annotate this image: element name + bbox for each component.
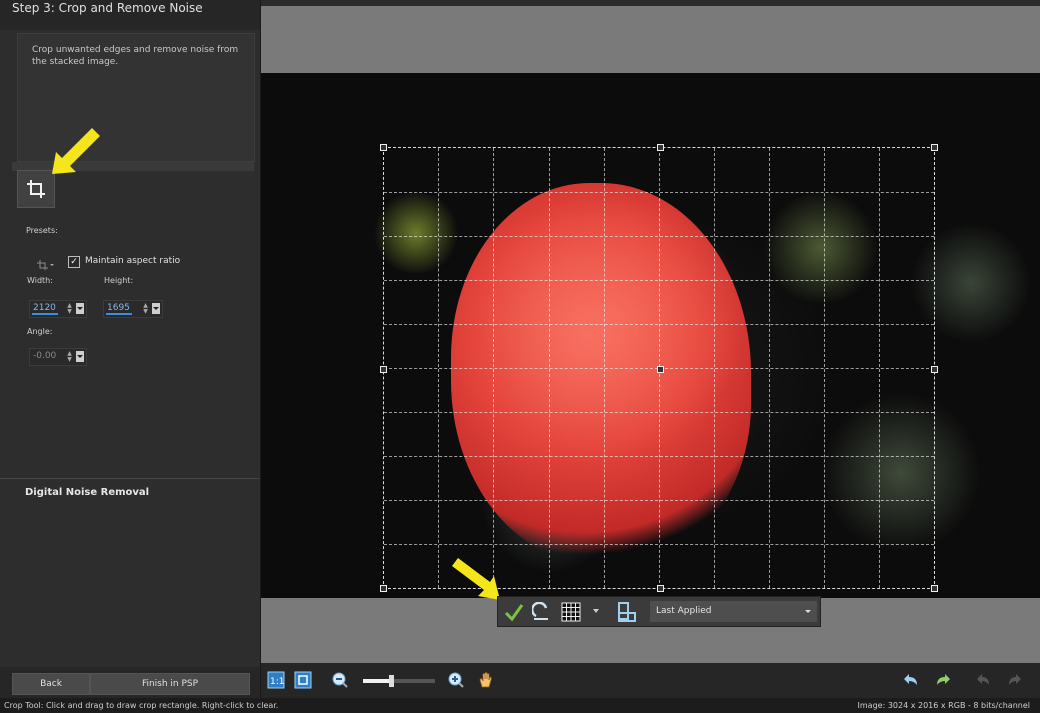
width-spinner[interactable]: ▲ ▼: [66, 303, 73, 315]
zoom-in-icon[interactable]: [447, 671, 465, 689]
maintain-aspect-label: Maintain aspect ratio: [85, 256, 181, 266]
bottom-button-bar: Back Finish in PSP: [0, 667, 260, 698]
crop-handle-bottom[interactable]: [657, 585, 664, 592]
left-panel: Step 3: Crop and Remove Noise Crop unwan…: [0, 0, 261, 698]
highlight-arrow-icon: [52, 128, 100, 174]
undo-crop-icon[interactable]: [532, 602, 552, 622]
presets-dropdown[interactable]: [36, 256, 56, 270]
angle-spinner[interactable]: ▲ ▼: [66, 351, 73, 363]
zoom-toolbar: 1:1: [261, 663, 1040, 698]
pan-hand-icon[interactable]: [477, 671, 495, 689]
rotate-left-icon[interactable]: [975, 671, 993, 689]
section-divider: [0, 478, 260, 479]
crop-handle-top-right[interactable]: [931, 144, 938, 151]
crop-preset-select[interactable]: Last Applied: [650, 601, 817, 622]
height-spinner[interactable]: ▲ ▼: [142, 303, 149, 315]
grid-icon[interactable]: [561, 602, 581, 622]
rotate-crop-icon[interactable]: [616, 601, 638, 623]
step-title: Step 3: Crop and Remove Noise: [0, 0, 260, 30]
crop-handle-top[interactable]: [657, 144, 664, 151]
crop-handle-top-left[interactable]: [380, 144, 387, 151]
width-input[interactable]: 2120 ▲ ▼: [29, 300, 87, 318]
crop-handle-bottom-left[interactable]: [380, 585, 387, 592]
crop-rectangle[interactable]: [380, 144, 938, 592]
finish-in-psp-button[interactable]: Finish in PSP: [90, 673, 250, 695]
height-label: Height:: [104, 276, 134, 285]
apply-check-icon[interactable]: [504, 602, 524, 622]
crop-handle-bottom-right[interactable]: [931, 585, 938, 592]
width-dropdown[interactable]: [76, 303, 84, 314]
height-value: 1695: [107, 303, 130, 313]
height-dropdown[interactable]: [152, 303, 160, 314]
zoom-slider-fill: [363, 679, 391, 683]
svg-text:1:1: 1:1: [270, 677, 284, 687]
crop-handle-center[interactable]: [657, 366, 664, 373]
angle-dropdown[interactable]: [76, 351, 84, 362]
image-canvas[interactable]: [261, 6, 1040, 663]
angle-value: -0.00: [33, 351, 57, 361]
width-value: 2120: [33, 303, 56, 313]
highlight-arrow-icon-2: [452, 558, 500, 600]
back-button[interactable]: Back: [12, 673, 90, 695]
zoom-slider-thumb[interactable]: [389, 675, 394, 687]
status-image-info: Image: 3024 x 2016 x RGB - 8 bits/channe…: [857, 701, 1030, 710]
grid-dropdown-icon[interactable]: [592, 607, 600, 615]
crop-handle-right[interactable]: [931, 366, 938, 373]
angle-input[interactable]: -0.00 ▲ ▼: [29, 348, 87, 366]
zoom-out-icon[interactable]: [331, 671, 349, 689]
angle-label: Angle:: [27, 327, 53, 336]
crop-floating-toolbar: Last Applied: [497, 596, 821, 627]
presets-label: Presets:: [26, 226, 58, 235]
noise-removal-title: Digital Noise Removal: [25, 487, 150, 498]
height-input[interactable]: 1695 ▲ ▼: [103, 300, 163, 318]
rotate-right-icon[interactable]: [1005, 671, 1023, 689]
photo: [261, 73, 1040, 598]
undo-icon[interactable]: [903, 671, 921, 689]
width-label: Width:: [27, 276, 53, 285]
status-bar: Crop Tool: Click and drag to draw crop r…: [0, 698, 1040, 713]
redo-icon[interactable]: [933, 671, 951, 689]
step-description: Crop unwanted edges and remove noise fro…: [32, 45, 239, 67]
crop-preset-icon: [37, 260, 54, 270]
fit-window-icon[interactable]: [294, 671, 312, 689]
status-hint: Crop Tool: Click and drag to draw crop r…: [4, 701, 279, 710]
zoom-slider-track[interactable]: [363, 675, 435, 687]
crop-handle-left[interactable]: [380, 366, 387, 373]
maintain-aspect-checkbox[interactable]: ✓: [68, 256, 80, 268]
actual-size-icon[interactable]: 1:1: [267, 671, 285, 689]
